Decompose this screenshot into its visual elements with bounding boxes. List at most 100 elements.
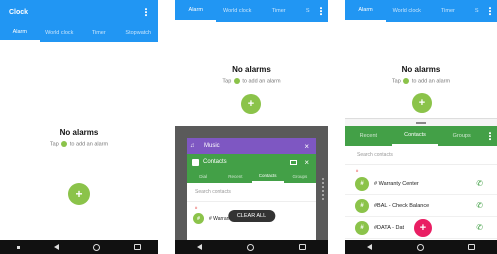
music-note-icon: ♫ <box>190 143 195 149</box>
add-alarm-button[interactable]: + <box>241 94 261 114</box>
phone-call-icon[interactable]: ✆ <box>476 179 483 188</box>
screenshot-stage: Clock Alarm World clock Timer Stopwatch … <box>0 0 497 254</box>
multi-window-icon[interactable] <box>290 159 297 165</box>
contacts-app: Recent Contacts Groups Search contacts #… <box>345 126 497 240</box>
tab-stopwatch[interactable]: Stopwatch <box>119 24 159 42</box>
tab-world-clock[interactable]: World clock <box>40 24 80 42</box>
contact-name: #BAL - Check Balance <box>374 202 430 209</box>
hint-text-end: to add an alarm <box>411 78 451 85</box>
back-icon[interactable] <box>54 244 60 250</box>
recents-icon[interactable] <box>468 243 475 251</box>
tab-alarm[interactable]: Alarm <box>0 24 40 42</box>
tab-timer[interactable]: Timer <box>427 0 468 22</box>
clock-tabs: Alarm World clock Timer S <box>175 0 328 22</box>
back-icon[interactable] <box>197 244 203 250</box>
divider-handle-icon[interactable] <box>416 122 426 124</box>
overflow-menu-icon[interactable] <box>487 7 493 15</box>
search-contacts-input[interactable]: Search contacts <box>345 146 497 165</box>
music-card-title: Music <box>204 143 220 149</box>
phone-screen-clock: Clock Alarm World clock Timer Stopwatch … <box>0 0 158 254</box>
contacts-tabs: Recent Contacts Groups <box>345 126 497 146</box>
tab-world-clock[interactable]: World clock <box>386 0 427 22</box>
app-bar: Clock Alarm World clock Timer Stopwatch <box>0 0 158 42</box>
section-letter: # <box>195 205 198 210</box>
contacts-app-icon <box>192 158 199 166</box>
tab-timer[interactable]: Timer <box>258 0 299 22</box>
tab-stopwatch-partial[interactable]: S <box>299 0 316 22</box>
section-letter: # <box>356 168 359 173</box>
nav-indicator-icon <box>17 245 21 249</box>
close-icon[interactable]: × <box>304 142 309 151</box>
tab-stopwatch-partial[interactable]: S <box>469 0 485 22</box>
empty-hint: Tap to add an alarm <box>0 141 158 147</box>
system-nav-bar <box>175 240 328 254</box>
recents-icon[interactable] <box>299 243 306 251</box>
system-nav-bar <box>0 240 158 254</box>
clock-tabs: Alarm World clock Timer Stopwatch <box>0 24 158 42</box>
overflow-menu-icon[interactable] <box>487 132 493 140</box>
list-item[interactable]: # #BAL - Check Balance ✆ <box>345 195 497 217</box>
home-icon[interactable] <box>93 243 101 251</box>
contacts-app-card[interactable]: Contacts × Dial Recent Contacts Groups S… <box>187 154 316 240</box>
add-alarm-mini-icon <box>403 78 410 84</box>
empty-state: No alarms Tap to add an alarm <box>175 65 328 84</box>
hint-text-start: Tap <box>49 141 59 148</box>
tab-world-clock[interactable]: World clock <box>216 0 257 22</box>
tab-alarm[interactable]: Alarm <box>345 0 387 22</box>
hint-text-end: to add an alarm <box>242 78 281 85</box>
tab-groups[interactable]: Groups <box>284 170 316 183</box>
search-contacts-input[interactable]: Search contacts <box>187 183 316 202</box>
phone-call-icon[interactable]: ✆ <box>476 223 483 232</box>
empty-title: No alarms <box>59 128 99 137</box>
home-icon[interactable] <box>247 243 255 251</box>
empty-hint: Tap to add an alarm <box>175 78 328 84</box>
empty-state: No alarms Tap to add an alarm <box>0 128 158 147</box>
tab-groups[interactable]: Groups <box>438 126 485 146</box>
empty-hint: Tap to add an alarm <box>345 78 497 84</box>
recents-icon[interactable] <box>134 243 141 251</box>
tab-dial[interactable]: Dial <box>187 170 219 183</box>
empty-title: No alarms <box>232 65 271 74</box>
app-bar: Alarm World clock Timer S <box>175 0 328 22</box>
tab-recent[interactable]: Recent <box>345 126 392 146</box>
add-alarm-mini-icon <box>61 141 68 147</box>
clock-tabs: Alarm World clock Timer S <box>345 0 497 22</box>
contact-name: # Warran <box>209 215 230 222</box>
phone-screen-split: Alarm World clock Timer S No alarms Tap … <box>345 0 497 254</box>
tab-recent[interactable]: Recent <box>219 170 251 183</box>
tab-alarm[interactable]: Alarm <box>175 0 217 22</box>
contact-name: # Warranty Center <box>374 180 419 187</box>
app-bar: Alarm World clock Timer S <box>345 0 497 22</box>
list-item[interactable]: # # Warranty Center ✆ <box>345 173 497 195</box>
contact-name: #DATA - Dat <box>374 224 405 231</box>
add-alarm-button[interactable]: + <box>412 93 432 113</box>
contact-avatar: # <box>193 213 204 224</box>
add-contact-button[interactable]: + <box>414 219 432 237</box>
overflow-menu-icon[interactable] <box>318 7 324 15</box>
add-alarm-button[interactable]: + <box>68 183 90 205</box>
hint-text-start: Tap <box>391 78 401 85</box>
recent-apps-overlay: ♫ Music × Contacts × Dial Recent Contact… <box>175 126 328 240</box>
phone-call-icon[interactable]: ✆ <box>476 201 483 210</box>
tab-timer[interactable]: Timer <box>79 24 119 42</box>
contacts-card-header: Contacts × <box>187 154 316 170</box>
add-alarm-mini-icon <box>233 78 240 84</box>
tab-contacts[interactable]: Contacts <box>391 126 439 146</box>
overflow-menu-icon[interactable] <box>143 8 149 16</box>
clear-all-button[interactable]: CLEAR ALL <box>227 210 276 222</box>
close-icon[interactable]: × <box>304 158 309 167</box>
back-icon[interactable] <box>367 244 373 250</box>
music-app-card[interactable]: ♫ Music × <box>187 138 316 154</box>
contacts-tabs: Dial Recent Contacts Groups <box>187 170 316 183</box>
contact-avatar: # <box>355 220 369 235</box>
home-icon[interactable] <box>416 243 424 251</box>
hint-text-start: Tap <box>222 78 232 85</box>
empty-state: No alarms Tap to add an alarm <box>345 65 497 84</box>
contacts-card-title: Contacts <box>203 159 227 165</box>
app-title-row: Clock <box>0 0 158 24</box>
app-title: Clock <box>9 8 29 16</box>
empty-title: No alarms <box>401 65 441 74</box>
tab-contacts[interactable]: Contacts <box>251 170 284 183</box>
system-nav-bar <box>345 240 497 254</box>
split-divider[interactable] <box>345 118 497 126</box>
